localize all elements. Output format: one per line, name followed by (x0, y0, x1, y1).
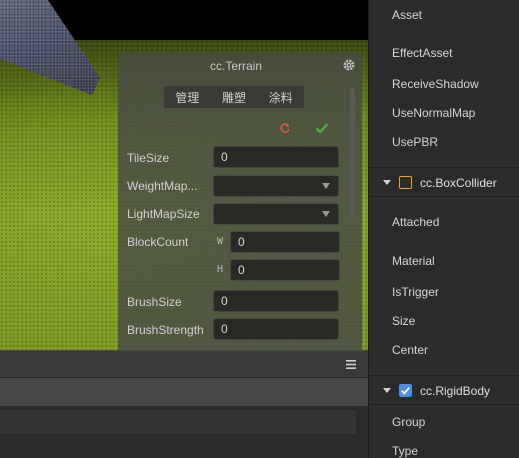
chevron-down-icon (322, 183, 330, 189)
block-count-h-label: H (217, 264, 224, 275)
checkmark-icon[interactable] (315, 122, 329, 134)
prop-use-normal-map: UseNormalMap (392, 106, 476, 120)
tab-manage[interactable]: 管理 (171, 89, 203, 106)
panel-scrollbar[interactable] (350, 88, 355, 218)
component-header-rigid-body[interactable]: cc.RigidBody (369, 375, 519, 405)
prop-center: Center (392, 343, 429, 357)
scene-viewport[interactable]: cc.Terrain 管理 雕塑 涂料 TileSize 0 WeightMap… (0, 0, 368, 350)
block-count-w-label: W (217, 236, 224, 247)
gear-icon[interactable] (342, 58, 356, 72)
weight-map-label: WeightMap... (127, 179, 198, 193)
prop-receive-shadow: ReceiveShadow (392, 77, 479, 91)
terrain-tool-panel: cc.Terrain 管理 雕塑 涂料 TileSize 0 WeightMap… (118, 52, 362, 350)
prop-material: Material (392, 254, 435, 268)
prop-is-trigger: IsTrigger (392, 285, 439, 299)
tab-sculpt[interactable]: 雕塑 (218, 89, 250, 106)
rigid-body-enable-checkbox[interactable] (399, 384, 412, 397)
prop-type: Type (392, 444, 419, 458)
brush-size-input[interactable]: 0 (213, 290, 339, 312)
chevron-down-icon (322, 211, 330, 217)
prop-attached: Attached (392, 215, 440, 229)
brush-strength-input[interactable]: 0 (213, 318, 339, 340)
brush-strength-label: BrushStrength (127, 323, 204, 337)
box-collider-enable-checkbox[interactable] (399, 176, 412, 189)
prop-asset: Asset (392, 8, 423, 22)
reset-icon[interactable] (279, 122, 291, 134)
light-map-size-label: LightMapSize (127, 207, 200, 221)
hamburger-menu-icon[interactable] (346, 360, 356, 369)
component-name: cc.BoxCollider (420, 176, 497, 190)
tile-size-input[interactable]: 0 (213, 146, 339, 168)
prop-size: Size (392, 314, 416, 328)
prop-group: Group (392, 415, 426, 429)
tile-size-label: TileSize (127, 151, 170, 165)
bottom-panel-row[interactable] (0, 410, 356, 434)
prop-effect-asset: EffectAsset (392, 46, 453, 60)
brush-size-label: BrushSize (127, 295, 182, 309)
caret-down-icon[interactable] (383, 180, 391, 185)
block-count-h-input[interactable]: 0 (230, 259, 340, 281)
panel-title: cc.Terrain (209, 59, 262, 73)
tab-paint[interactable]: 涂料 (265, 89, 297, 106)
component-header-box-collider[interactable]: cc.BoxCollider (369, 167, 519, 197)
inspector-panel: Asset EffectAsset ReceiveShadow UseNorma… (368, 0, 519, 458)
tool-tab-bar: 管理 雕塑 涂料 (164, 86, 304, 108)
prop-use-pbr: UsePBR (392, 135, 439, 149)
caret-down-icon[interactable] (383, 388, 391, 393)
light-map-size-select[interactable] (213, 203, 339, 225)
bottom-panel-toolbar (0, 378, 368, 406)
weight-map-select[interactable] (213, 175, 339, 197)
bottom-panel-header (0, 350, 368, 377)
bottom-panel (0, 350, 368, 458)
block-count-w-input[interactable]: 0 (230, 231, 340, 253)
block-count-label: BlockCount (127, 235, 189, 249)
component-name: cc.RigidBody (420, 384, 491, 398)
